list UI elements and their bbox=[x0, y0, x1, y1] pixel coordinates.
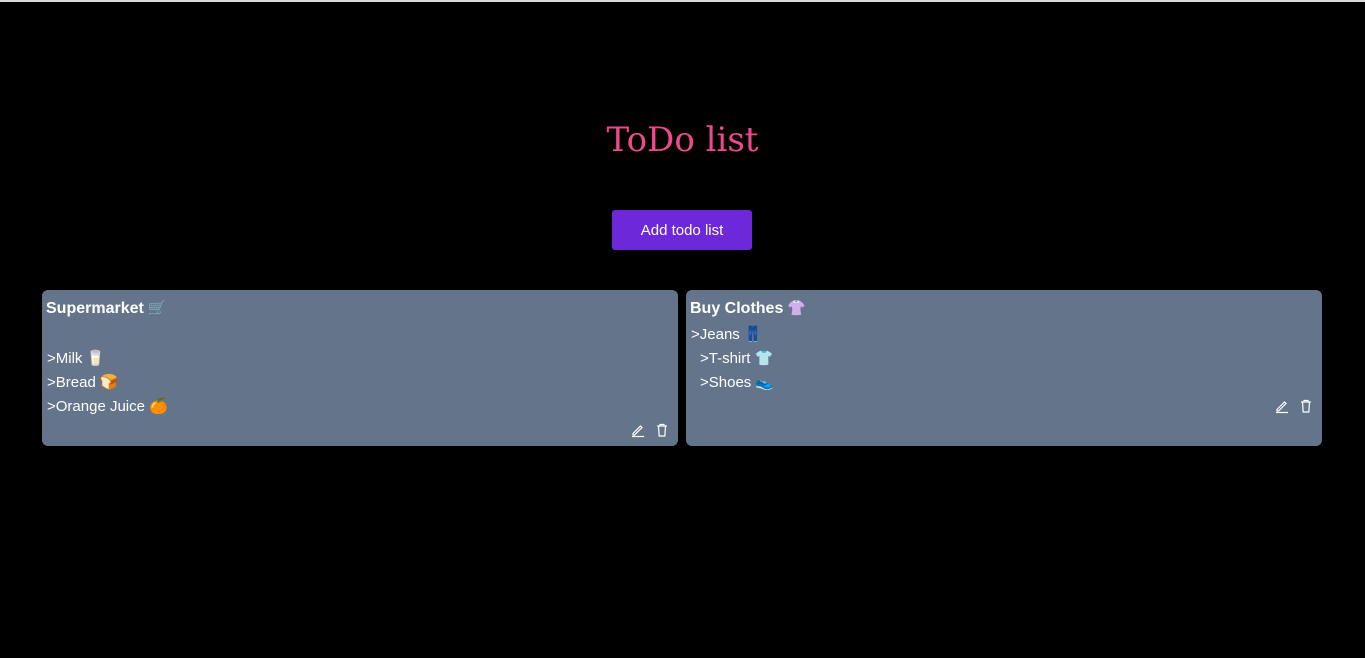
milk-icon: 🥛 bbox=[86, 349, 106, 367]
shoe-icon: 👟 bbox=[755, 373, 774, 391]
list-item: >Bread 🍞 bbox=[47, 372, 118, 393]
bread-icon: 🍞 bbox=[99, 373, 119, 391]
todo-card-supermarket: Supermarket 🛒 >Milk 🥛 >Bread 🍞 >Orange Juic… bbox=[42, 290, 678, 446]
card-actions bbox=[630, 422, 670, 438]
todo-card-buy-clothes: Buy Clothes 👚 >Jeans 👖 >T-shirt 👕 >Shoes 👟 bbox=[686, 290, 1322, 446]
card-title-text: Buy Clothes bbox=[690, 300, 784, 317]
trash-icon[interactable] bbox=[1298, 398, 1314, 414]
page-title: ToDo list bbox=[606, 120, 759, 160]
list-item-text: >T-shirt bbox=[700, 350, 751, 367]
shopping-cart-icon: 🛒 bbox=[147, 299, 167, 317]
top-border bbox=[0, 0, 1365, 2]
jeans-icon: 👖 bbox=[743, 325, 763, 343]
trash-icon[interactable] bbox=[654, 422, 670, 438]
tshirt-icon: 👕 bbox=[754, 349, 774, 367]
card-title-text: Supermarket bbox=[46, 300, 144, 317]
list-item: >T-shirt 👕 bbox=[700, 348, 773, 369]
list-item: >Milk 🥛 bbox=[47, 348, 105, 369]
list-item-text: >Shoes bbox=[700, 374, 752, 391]
list-item-text: >Bread bbox=[47, 374, 96, 391]
orange-icon: 🍊 bbox=[148, 397, 168, 415]
list-item: >Shoes 👟 bbox=[700, 372, 774, 393]
list-item: >Jeans 👖 bbox=[691, 324, 762, 345]
list-item: >Orange Juice 🍊 bbox=[47, 396, 168, 417]
list-item-text: >Milk bbox=[47, 350, 83, 367]
card-title: Buy Clothes 👚 bbox=[690, 298, 806, 319]
blouse-icon: 👚 bbox=[787, 299, 807, 317]
pencil-icon[interactable] bbox=[630, 422, 646, 438]
card-title: Supermarket 🛒 bbox=[46, 298, 167, 319]
add-todo-list-button[interactable]: Add todo list bbox=[612, 210, 752, 250]
list-item-text: >Orange Juice bbox=[47, 398, 145, 415]
card-actions bbox=[1274, 398, 1314, 414]
pencil-icon[interactable] bbox=[1274, 398, 1290, 414]
list-item-text: >Jeans bbox=[691, 326, 740, 343]
